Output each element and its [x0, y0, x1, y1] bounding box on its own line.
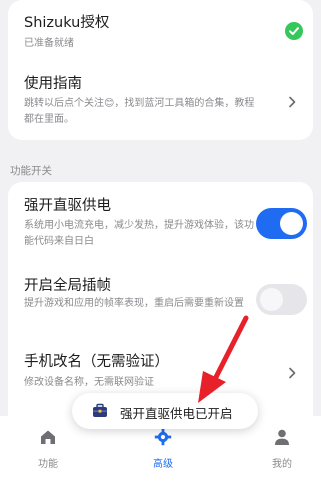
- guide-row[interactable]: 使用指南 跳转以后点个关注😊，找到蓝河工具箱的合集，教程都在里面。: [8, 62, 313, 140]
- gear-icon: [154, 428, 172, 450]
- direct-power-title: 强开直驱供电: [24, 198, 111, 214]
- rename-subtitle: 修改设备名称，无需联网验证: [24, 377, 154, 388]
- direct-power-subtitle: 系统用小电流充电，减少发热，提升游戏体验，该功能代码来自日白: [24, 220, 254, 247]
- section-label: 功能开关: [10, 165, 52, 177]
- frame-insert-title: 开启全局插帧: [24, 278, 111, 294]
- chevron-right-icon: [285, 94, 299, 108]
- toast: 强开直驱供电已开启: [72, 393, 258, 429]
- tab-features-label: 功能: [38, 459, 58, 470]
- shizuku-title: Shizuku授权: [24, 15, 110, 31]
- frame-insert-subtitle: 提升游戏和应用的帧率表现，重启后需要重新设置: [24, 298, 244, 309]
- guide-subtitle: 跳转以后点个关注😊，找到蓝河工具箱的合集，教程都在里面。: [24, 98, 255, 125]
- toggle-knob: [280, 212, 303, 235]
- tab-features[interactable]: 功能: [3, 428, 93, 470]
- direct-power-row: 强开直驱供电 系统用小电流充电，减少发热，提升游戏体验，该功能代码来自日白: [8, 182, 313, 258]
- tab-advanced-label: 高级: [153, 459, 173, 470]
- top-card: Shizuku授权 已准备就绪 使用指南 跳转以后点个关注😊，找到蓝河工具箱的合…: [8, 0, 313, 140]
- tab-mine-label: 我的: [272, 459, 292, 470]
- toolbox-icon: [92, 403, 108, 423]
- guide-title: 使用指南: [24, 76, 82, 92]
- frame-insert-row: 开启全局插帧 提升游戏和应用的帧率表现，重启后需要重新设置: [8, 266, 313, 342]
- home-icon: [39, 430, 57, 450]
- tab-mine[interactable]: 我的: [237, 428, 321, 470]
- frame-insert-toggle[interactable]: [256, 284, 307, 315]
- direct-power-toggle[interactable]: [256, 208, 307, 239]
- check-icon: [285, 22, 303, 40]
- toggle-knob: [260, 288, 283, 311]
- tab-advanced[interactable]: 高级: [118, 428, 208, 470]
- person-icon: [273, 429, 291, 450]
- shizuku-subtitle: 已准备就绪: [24, 38, 74, 49]
- rename-title: 手机改名（无需验证）: [24, 354, 169, 370]
- chevron-right-icon: [285, 365, 299, 379]
- toast-text: 强开直驱供电已开启: [120, 406, 233, 421]
- shizuku-row[interactable]: Shizuku授权 已准备就绪: [8, 0, 313, 62]
